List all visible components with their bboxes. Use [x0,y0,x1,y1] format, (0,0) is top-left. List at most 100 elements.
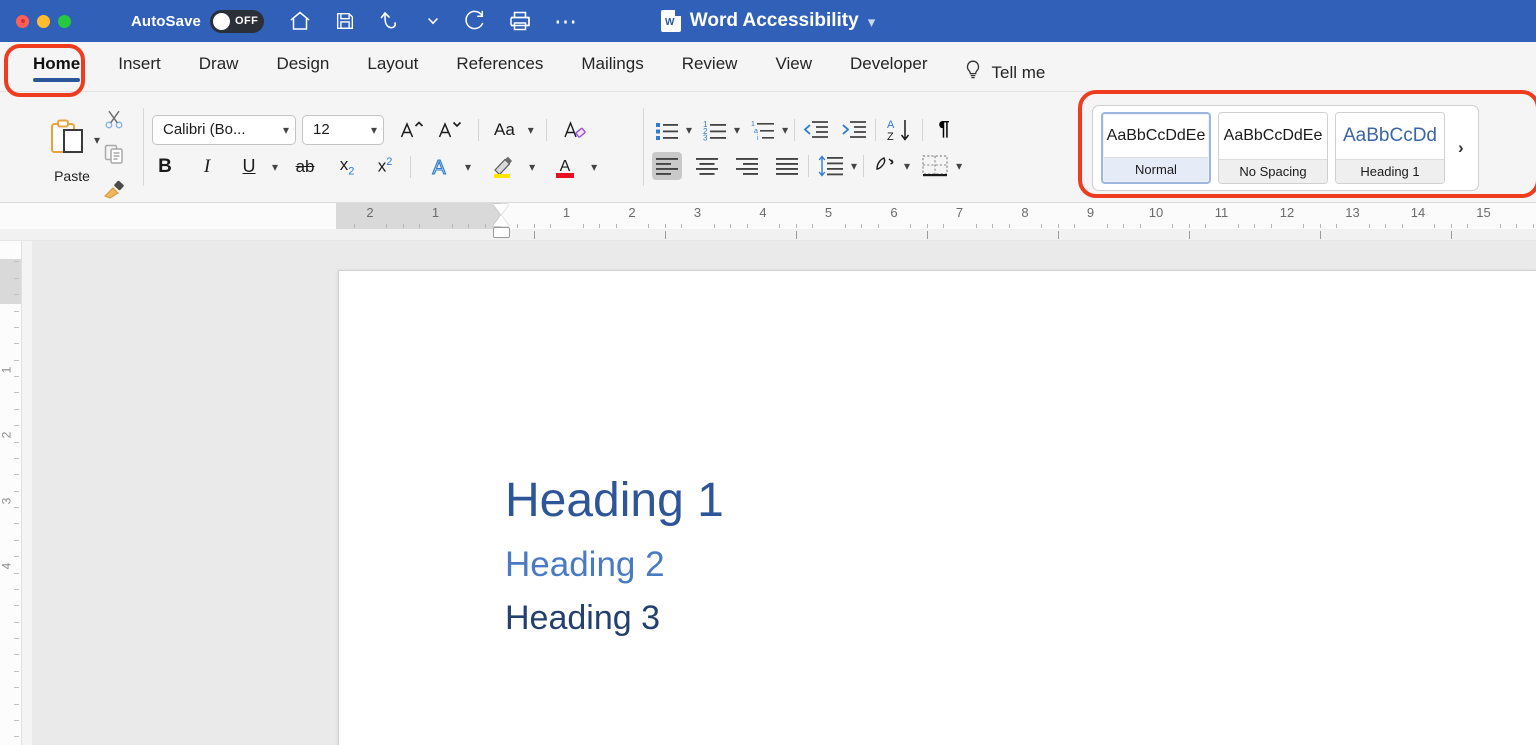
left-indent-marker[interactable] [493,227,510,238]
undo-icon[interactable] [378,8,404,34]
borders-dropdown-icon[interactable]: ▾ [956,159,962,173]
style-card-no-spacing[interactable]: AaBbCcDdEe No Spacing [1218,112,1328,184]
title-dropdown-icon[interactable]: ▾ [868,13,876,31]
minimize-window-button[interactable] [37,15,50,28]
ruler-tick [992,224,993,228]
paste-button[interactable]: ▾ Paste [32,112,112,184]
paste-dropdown-icon[interactable]: ▾ [94,133,100,147]
active-tab-underline [33,78,80,82]
maximize-window-button[interactable] [58,15,71,28]
vruler-tick [14,458,19,459]
shading-icon[interactable] [870,152,900,180]
superscript-button[interactable]: x2 [372,153,398,181]
ruler-label-11: 11 [1215,205,1229,220]
justify-icon[interactable] [772,152,802,180]
borders-icon[interactable] [918,152,952,180]
align-right-icon[interactable] [732,152,762,180]
change-case-dropdown-icon[interactable]: ▾ [528,123,534,137]
ruler-tab-stop[interactable] [927,231,928,239]
home-icon[interactable] [288,9,312,33]
tab-view[interactable]: View [756,42,831,92]
paragraph-row-top: ▾ 1 2 3 ▾ 1 [652,116,962,144]
shading-dropdown-icon[interactable]: ▾ [904,159,910,173]
tab-layout[interactable]: Layout [348,42,437,92]
tab-mailings[interactable]: Mailings [562,42,662,92]
ruler-tab-stop[interactable] [1451,231,1452,239]
hanging-indent-marker[interactable] [493,215,509,226]
grow-font-icon[interactable] [396,116,428,144]
numbering-icon[interactable]: 1 2 3 [700,116,730,144]
tab-draw[interactable]: Draw [180,42,258,92]
ruler-tick [452,224,453,228]
tab-design[interactable]: Design [257,42,348,92]
line-spacing-dropdown-icon[interactable]: ▾ [851,159,857,173]
vertical-ruler[interactable]: 1234 [0,241,22,745]
format-painter-icon[interactable] [102,178,126,205]
bold-button[interactable]: B [152,153,178,181]
align-left-icon[interactable] [652,152,682,180]
italic-button[interactable]: I [194,153,220,181]
tab-insert[interactable]: Insert [99,42,180,92]
tab-home[interactable]: Home [14,42,99,92]
decrease-indent-icon[interactable] [801,116,831,144]
ruler-tab-stop[interactable] [1189,231,1190,239]
underline-button[interactable]: U [236,153,262,181]
text-effects-dropdown-icon[interactable]: ▾ [465,160,471,174]
highlight-icon[interactable] [485,153,519,181]
line-spacing-icon[interactable] [815,152,847,180]
font-size-combobox[interactable]: 12 ▾ [302,115,384,145]
underline-dropdown-icon[interactable]: ▾ [272,160,278,174]
subscript-button[interactable]: x2 [334,153,360,181]
tab-references[interactable]: References [437,42,562,92]
more-options-icon[interactable]: ⋯ [554,16,578,26]
increase-indent-icon[interactable] [839,116,869,144]
print-icon[interactable] [508,10,532,32]
ruler-tab-stop[interactable] [665,231,666,239]
document-page[interactable]: Heading 1 Heading 2 Heading 3 [338,270,1536,745]
copy-icon[interactable] [102,142,126,171]
styles-group: AaBbCcDdEe Normal AaBbCcDdEe No Spacing … [1092,92,1479,203]
heading-3-text[interactable]: Heading 3 [505,596,1405,640]
tab-developer[interactable]: Developer [831,42,947,92]
font-color-dropdown-icon[interactable]: ▾ [591,160,597,174]
font-name-combobox[interactable]: Calibri (Bo... ▾ [152,115,296,145]
document-canvas[interactable]: Heading 1 Heading 2 Heading 3 [22,241,1536,745]
style-card-normal[interactable]: AaBbCcDdEe Normal [1101,112,1211,184]
change-case-icon[interactable]: Aa [491,116,518,144]
shrink-font-icon[interactable] [434,116,466,144]
show-formatting-marks-icon[interactable]: ¶ [929,116,959,144]
tab-review[interactable]: Review [663,42,757,92]
autosave-toggle[interactable]: OFF [210,10,264,33]
ruler-tab-stop[interactable] [1058,231,1059,239]
heading-2-text[interactable]: Heading 2 [505,541,1405,588]
font-color-icon[interactable]: A [549,153,581,181]
ruler-tab-stop[interactable] [1320,231,1321,239]
close-window-button[interactable] [16,15,29,28]
clear-formatting-icon[interactable] [559,116,591,144]
tell-me-button[interactable]: Tell me [947,42,1060,92]
horizontal-ruler[interactable]: 21123456789101112131415 [0,203,1536,241]
save-icon[interactable] [334,10,356,32]
align-center-icon[interactable] [692,152,722,180]
cut-icon[interactable] [103,108,125,135]
document-text-area[interactable]: Heading 1 Heading 2 Heading 3 [505,471,1405,640]
sort-icon[interactable]: A Z [882,116,916,144]
highlight-dropdown-icon[interactable]: ▾ [529,160,535,174]
redo-icon[interactable] [462,9,486,33]
bullets-dropdown-icon[interactable]: ▾ [686,123,692,137]
heading-1-text[interactable]: Heading 1 [505,471,1405,531]
autosave-control[interactable]: AutoSave OFF [131,10,264,33]
multilevel-list-icon[interactable]: 1 a i [748,116,778,144]
styles-gallery-next-button[interactable]: › [1452,138,1470,158]
svg-text:A: A [432,157,446,179]
style-card-heading-1[interactable]: AaBbCcDd Heading 1 [1335,112,1445,184]
numbering-dropdown-icon[interactable]: ▾ [734,123,740,137]
bullets-icon[interactable] [652,116,682,144]
text-effects-icon[interactable]: A [423,153,455,181]
multilevel-dropdown-icon[interactable]: ▾ [782,123,788,137]
strikethrough-button[interactable]: ab [292,153,318,181]
first-line-indent-marker[interactable] [493,204,509,215]
undo-dropdown-icon[interactable] [426,14,440,28]
ruler-tab-stop[interactable] [796,231,797,239]
ruler-tab-stop[interactable] [534,231,535,239]
